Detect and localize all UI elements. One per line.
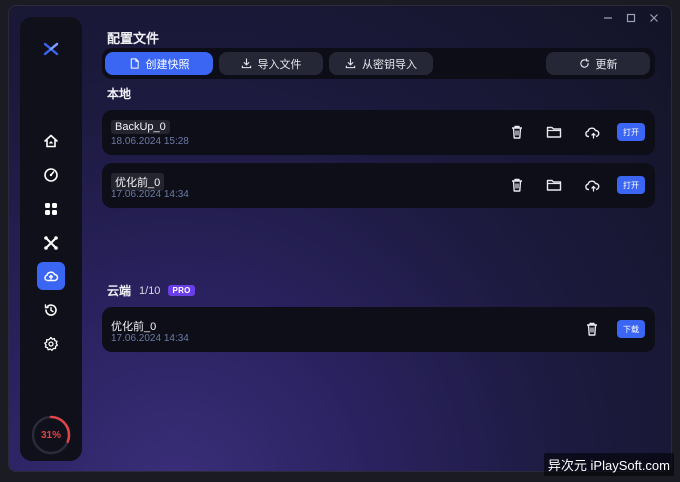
download-icon [345, 58, 356, 69]
page-title: 配置文件 [107, 31, 160, 46]
cloud-upload-icon[interactable] [583, 176, 601, 194]
import-from-key-label: 从密钥导入 [362, 58, 417, 71]
sidebar-item-settings[interactable] [37, 330, 65, 358]
x-tools-icon [44, 236, 58, 250]
local-title: 本地 [107, 87, 132, 101]
local-list-item: 优化前_0 17.06.2024 14:34 打开 [102, 163, 655, 208]
open-button[interactable]: 打开 [617, 176, 645, 194]
apps-icon [45, 203, 57, 215]
create-snapshot-button[interactable]: 创建快照 [105, 52, 213, 75]
sidebar-item-cloud-backup[interactable] [37, 262, 65, 290]
maximize-icon[interactable] [624, 11, 638, 25]
pro-badge: PRO [168, 285, 195, 296]
import-from-key-button[interactable]: 从密钥导入 [329, 52, 433, 75]
cloud-upload-icon[interactable] [583, 123, 601, 141]
refresh-button[interactable]: 更新 [546, 52, 650, 75]
local-section-title: 本地 [107, 85, 131, 102]
refresh-icon [579, 58, 589, 68]
profile-date: 18.06.2024 15:28 [111, 136, 189, 147]
toolbar: 创建快照 导入文件 从密钥导入 更新 [102, 48, 655, 79]
gear-icon [44, 336, 59, 351]
open-button[interactable]: 打开 [617, 123, 645, 141]
profile-date: 17.06.2024 14:34 [111, 189, 189, 200]
window-controls [601, 11, 661, 25]
sidebar-item-tools[interactable] [37, 229, 65, 257]
history-icon [44, 304, 57, 316]
download-icon [241, 58, 251, 69]
trash-icon[interactable] [508, 176, 526, 194]
profile-name: BackUp_0 [111, 120, 170, 134]
import-file-label: 导入文件 [257, 58, 302, 71]
folder-icon[interactable] [545, 176, 563, 194]
create-snapshot-label: 创建快照 [145, 58, 190, 71]
app-window: 31% 配置文件 创建快照 导入文件 从密钥导入 更新 本地 BackUp_0 … [8, 5, 672, 472]
sidebar-item-home[interactable] [37, 127, 65, 155]
trash-icon[interactable] [583, 320, 601, 338]
download-button[interactable]: 下载 [617, 320, 645, 338]
cloud-count: 1/10 [139, 284, 161, 297]
refresh-label: 更新 [595, 58, 618, 71]
sidebar: 31% [20, 17, 82, 461]
sidebar-item-history[interactable] [37, 296, 65, 324]
folder-icon[interactable] [545, 123, 563, 141]
gauge-icon [44, 168, 58, 182]
import-file-button[interactable]: 导入文件 [219, 52, 323, 75]
trash-icon[interactable] [508, 123, 526, 141]
sidebar-item-apps[interactable] [37, 195, 65, 223]
x-logo-icon[interactable] [41, 39, 61, 59]
cloud-section-title: 云端 1/10 PRO [107, 282, 195, 299]
file-icon [130, 58, 139, 69]
cloud-title: 云端 [107, 284, 132, 298]
close-icon[interactable] [647, 11, 661, 25]
minimize-icon[interactable] [601, 11, 615, 25]
cloud-list-item: 优化前_0 17.06.2024 14:34 下载 [102, 307, 655, 352]
profile-date: 17.06.2024 14:34 [111, 333, 189, 344]
cloud-upload-icon [44, 271, 59, 282]
watermark: 异次元 iPlaySoft.com [543, 453, 674, 476]
sidebar-item-speed[interactable] [37, 161, 65, 189]
home-icon [44, 134, 58, 148]
cpu-usage-label: 31% [40, 429, 61, 441]
local-list-item: BackUp_0 18.06.2024 15:28 打开 [102, 110, 655, 155]
